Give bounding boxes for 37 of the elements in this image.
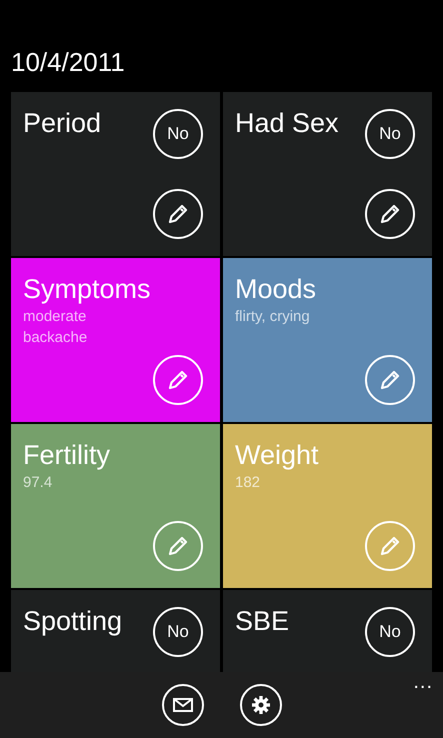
toggle-button[interactable]: No [365, 607, 415, 657]
edit-button[interactable] [365, 189, 415, 239]
tracker-tile[interactable]: Spotting No [11, 590, 220, 672]
tile-title: Weight [235, 439, 319, 472]
tracker-tile[interactable]: Period No [11, 92, 220, 256]
toggle-button[interactable]: No [153, 109, 203, 159]
tile-detail: 182 [235, 473, 262, 493]
tracker-tile[interactable]: Had Sex No [223, 92, 432, 256]
tile-detail: flirty, crying [235, 307, 311, 327]
pencil-icon [379, 535, 401, 557]
pencil-icon [379, 369, 401, 391]
tile-title: SBE [235, 605, 290, 638]
tile-detail: backache [23, 328, 88, 348]
settings-icon [250, 695, 270, 715]
pencil-icon [167, 535, 189, 557]
tracker-tile[interactable]: Moods flirty, crying [223, 258, 432, 422]
tile-title: Spotting [23, 605, 122, 638]
tile-title: Symptoms [23, 273, 151, 306]
envelope-icon [172, 698, 192, 712]
settings-button[interactable] [240, 684, 282, 726]
date-heading: 10/4/2011 [10, 46, 126, 79]
tile-detail: 97.4 [23, 473, 54, 493]
pencil-icon [167, 369, 189, 391]
tracker-tile[interactable]: SBE No [223, 590, 432, 672]
pencil-icon [167, 203, 189, 225]
toggle-button[interactable]: No [365, 109, 415, 159]
tile-title: Fertility [23, 439, 110, 472]
edit-button[interactable] [153, 189, 203, 239]
mail-button[interactable] [162, 684, 204, 726]
toggle-button[interactable]: No [153, 607, 203, 657]
tile-title: Moods [235, 273, 316, 306]
pencil-icon [379, 203, 401, 225]
tile-title: Period [23, 107, 102, 140]
tracker-tile[interactable]: Symptoms moderate backache [11, 258, 220, 422]
tile-detail: moderate [23, 307, 88, 327]
more-button[interactable]: ... [413, 672, 433, 692]
tile-title: Had Sex [235, 107, 339, 140]
